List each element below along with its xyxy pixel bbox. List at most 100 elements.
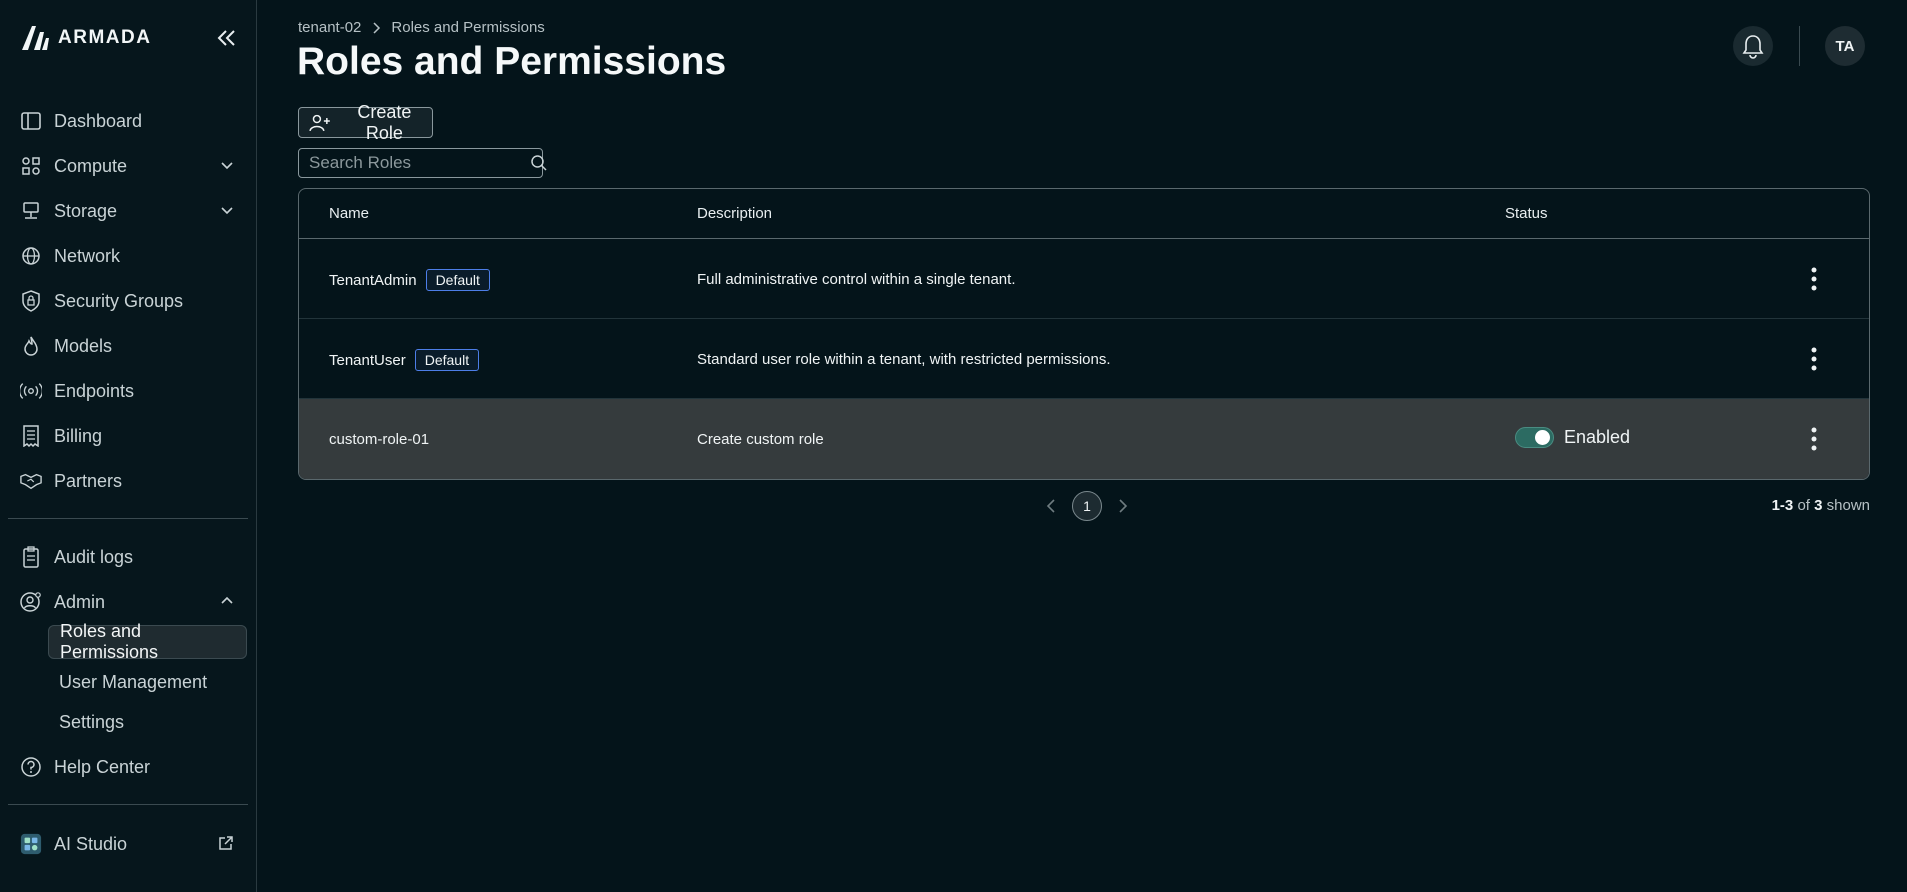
previous-page-button[interactable] (1042, 497, 1060, 515)
row-actions-button[interactable] (1803, 264, 1825, 294)
armada-logo-icon (22, 26, 49, 50)
default-badge: Default (425, 269, 490, 291)
row-actions-button[interactable] (1803, 424, 1825, 454)
chevron-up-icon (221, 596, 233, 604)
sidebar-item-label: Security Groups (54, 290, 184, 311)
next-page-button[interactable] (1114, 497, 1132, 515)
sidebar-item-endpoints[interactable]: Endpoints (16, 374, 242, 408)
compute-icon (20, 155, 42, 177)
role-name-cell: TenantAdmin Default (329, 269, 490, 291)
double-chevron-left-icon (217, 30, 235, 46)
search-icon[interactable] (530, 149, 548, 177)
results-of-label: of (1797, 497, 1810, 514)
sidebar-item-storage[interactable]: Storage (16, 194, 242, 228)
sidebar-item-ai-studio[interactable]: AI Studio (16, 827, 242, 861)
column-header-name[interactable]: Name (329, 205, 369, 222)
status-toggle-group: Enabled (1515, 427, 1630, 448)
broadcast-icon (20, 380, 42, 402)
sidebar-item-label: Endpoints (54, 380, 135, 401)
notifications-button[interactable] (1733, 26, 1773, 66)
sidebar-item-label: AI Studio (54, 833, 128, 854)
role-name: TenantUser (329, 352, 406, 369)
results-total: 3 (1814, 497, 1823, 514)
sidebar-item-label: Billing (54, 425, 103, 446)
sidebar-subitem-settings[interactable]: Settings (48, 705, 135, 739)
storage-icon (20, 200, 42, 222)
role-description: Create custom role (697, 431, 824, 448)
sidebar-item-label: Models (54, 335, 113, 356)
sidebar-divider (8, 518, 248, 519)
sidebar-item-label: Help Center (54, 756, 151, 777)
page-number-button[interactable]: 1 (1072, 491, 1102, 521)
sidebar-item-label: Audit logs (54, 546, 134, 567)
row-actions-button[interactable] (1803, 344, 1825, 374)
sidebar-item-partners[interactable]: Partners (16, 464, 242, 498)
default-badge: Default (414, 349, 480, 371)
sidebar-subitem-roles-and-permissions[interactable]: Roles and Permissions (48, 621, 247, 662)
sidebar-item-security-groups[interactable]: Security Groups (16, 284, 242, 318)
avatar[interactable]: TA (1825, 26, 1865, 66)
create-role-label: Create Role (357, 101, 412, 143)
sidebar-item-label: Partners (54, 470, 123, 491)
user-gear-icon (20, 591, 42, 613)
collapse-sidebar-button[interactable] (214, 26, 240, 50)
toggle-knob (1535, 430, 1550, 445)
kebab-menu-icon (1811, 347, 1817, 371)
clipboard-icon (20, 546, 42, 568)
table-header: Name Description Status (299, 189, 1869, 239)
table-row[interactable]: TenantAdmin Default Full administrative c… (299, 239, 1869, 319)
sidebar-item-models[interactable]: Models (16, 329, 242, 363)
column-header-status[interactable]: Status (1505, 205, 1548, 222)
sidebar-item-label: Compute (54, 155, 128, 176)
kebab-menu-icon (1811, 427, 1817, 451)
sidebar-item-label: Admin (54, 591, 106, 612)
chevron-right-icon (1119, 499, 1128, 513)
header-divider (1799, 26, 1800, 66)
sidebar-item-label: Dashboard (54, 110, 143, 131)
role-name-cell: TenantUser Default (329, 349, 480, 371)
column-header-description[interactable]: Description (697, 205, 772, 222)
sidebar-item-network[interactable]: Network (16, 239, 242, 273)
sidebar-item-compute[interactable]: Compute (16, 149, 242, 183)
sidebar-divider (8, 804, 248, 805)
sidebar-item-label: Network (54, 245, 121, 266)
brand-logo[interactable]: ARMADA (20, 24, 151, 52)
table-row[interactable]: custom-role-01 Create custom role Enable… (299, 399, 1869, 479)
sidebar-item-admin[interactable]: Admin (16, 585, 242, 619)
results-count: 1-3 of 3 shown (1772, 497, 1870, 514)
sidebar-item-audit-logs[interactable]: Audit logs (16, 540, 242, 574)
ai-studio-icon (20, 833, 42, 855)
results-shown-label: shown (1826, 497, 1870, 514)
breadcrumb-item-tenant[interactable]: tenant-02 (298, 19, 361, 36)
chevron-left-icon (1046, 499, 1055, 513)
breadcrumb: tenant-02 Roles and Permissions (298, 19, 545, 36)
status-toggle[interactable] (1515, 427, 1554, 448)
receipt-icon (20, 425, 42, 447)
sidebar-subitem-user-management[interactable]: User Management (48, 665, 218, 699)
question-circle-icon (20, 756, 42, 778)
search-input[interactable] (299, 149, 530, 177)
external-link-icon[interactable] (218, 835, 234, 851)
role-description: Full administrative control within a sin… (697, 271, 1016, 288)
roles-table: Name Description Status TenantAdmin Defau… (298, 188, 1870, 480)
sidebar-item-help-center[interactable]: Help Center (16, 750, 242, 784)
bell-icon (1742, 35, 1764, 59)
brand-name: ARMADA (58, 27, 152, 48)
handshake-icon (20, 470, 42, 492)
status-label: Enabled (1564, 427, 1631, 447)
table-row[interactable]: TenantUser Default Standard user role wit… (299, 319, 1869, 399)
kebab-menu-icon (1811, 267, 1817, 291)
sidebar: ARMADA Dashboard Compute Storage Network… (0, 0, 257, 892)
results-range: 1-3 (1771, 497, 1794, 514)
flame-icon (20, 335, 42, 357)
sidebar-item-dashboard[interactable]: Dashboard (16, 104, 242, 138)
globe-icon (20, 245, 42, 267)
add-user-icon (309, 114, 330, 131)
sidebar-panel-icon (20, 110, 42, 132)
sidebar-item-label: Storage (54, 200, 118, 221)
create-role-button[interactable]: Create Role (298, 102, 433, 143)
search-box (298, 148, 547, 178)
role-description: Standard user role within a tenant, with… (697, 351, 1111, 368)
role-name: TenantAdmin (329, 272, 417, 289)
sidebar-item-billing[interactable]: Billing (16, 419, 242, 453)
